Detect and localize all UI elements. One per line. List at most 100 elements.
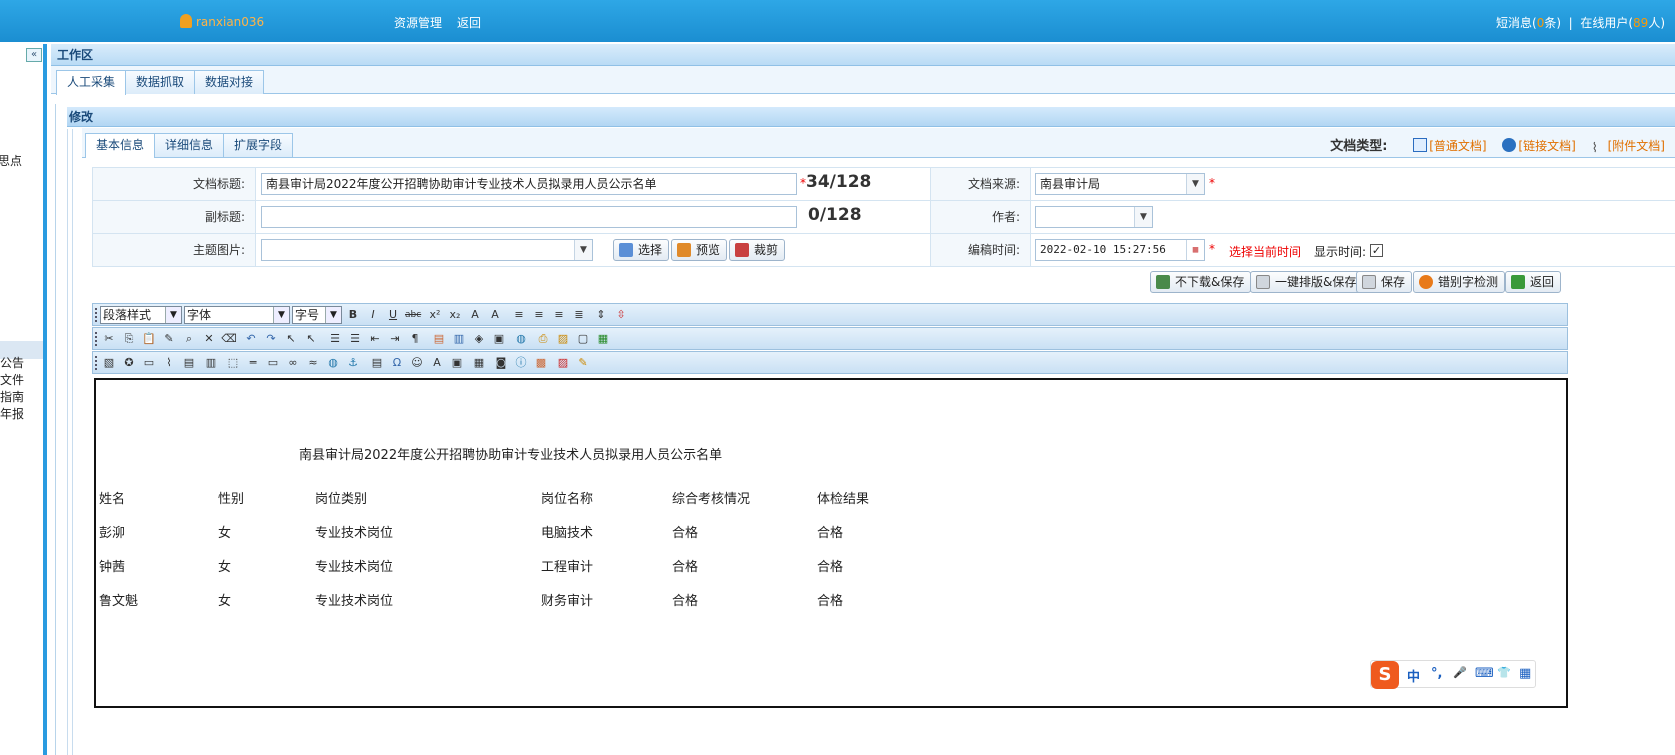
file-icon[interactable]: ▤ xyxy=(181,355,197,371)
horizontal-rule-icon[interactable]: ═ xyxy=(245,355,261,371)
delete-icon[interactable]: ✕ xyxy=(201,331,217,347)
nav-resource-management[interactable]: 资源管理 xyxy=(394,14,442,31)
info-icon[interactable]: ⓘ xyxy=(513,355,529,371)
crop-image-button[interactable]: 裁剪 xyxy=(729,239,786,261)
insert-image-icon[interactable]: ▩ xyxy=(533,355,549,371)
redo-icon[interactable]: ↷ xyxy=(263,331,279,347)
align-justify-icon[interactable]: ≣ xyxy=(571,307,587,323)
toolbox-icon[interactable]: ▦ xyxy=(1519,666,1531,681)
auto-format-save-button[interactable]: 一键排版&保存 xyxy=(1250,271,1364,293)
edit-pencil-icon[interactable]: ✎ xyxy=(575,355,591,371)
align-left-icon[interactable]: ≡ xyxy=(511,307,527,323)
flash-icon[interactable]: ✪ xyxy=(121,355,137,371)
page-break-icon[interactable]: ▥ xyxy=(203,355,219,371)
input-field-icon[interactable]: ▭ xyxy=(265,355,281,371)
ime-chinese-mode[interactable]: 中 xyxy=(1407,666,1420,685)
paragraph-style-select[interactable]: 段落样式 ▼ xyxy=(100,306,182,324)
video-icon[interactable]: ◙ xyxy=(493,355,509,371)
pdf-icon[interactable]: ▨ xyxy=(555,355,571,371)
short-messages-link[interactable]: 短消息(0条) xyxy=(1496,16,1561,30)
attachment-icon[interactable]: ⌇ xyxy=(161,355,177,371)
link-icon[interactable]: ∞ xyxy=(285,355,301,371)
subtitle-input[interactable] xyxy=(261,206,797,228)
show-time-checkbox[interactable]: ✓ xyxy=(1370,244,1383,257)
line-height-icon[interactable]: ⇕ xyxy=(593,307,609,323)
sidebar-item[interactable]: 公告 xyxy=(0,354,24,371)
copy-icon[interactable]: ⎘ xyxy=(121,331,137,347)
print-icon[interactable]: ⎙ xyxy=(535,331,551,347)
preview-window-icon[interactable]: ▢ xyxy=(575,331,591,347)
rich-text-editor[interactable]: 南县审计局2022年度公开招聘协助审计专业技术人员拟录用人员公示名单 姓名 性别… xyxy=(94,378,1568,708)
image-select[interactable]: ▼ xyxy=(261,239,593,261)
tab-basic-info[interactable]: 基本信息 xyxy=(85,133,156,158)
title-input[interactable]: 南县审计局2022年度公开招聘协助审计专业技术人员拟录用人员公示名单 xyxy=(261,173,797,195)
underline-icon[interactable]: U xyxy=(385,307,401,323)
tab-data-dock[interactable]: 数据对接 xyxy=(194,70,265,94)
font-grow-icon[interactable]: A xyxy=(467,307,483,323)
sidebar-item[interactable]: 文件 xyxy=(0,371,24,388)
sidebar-item[interactable]: 指南 xyxy=(0,388,24,405)
text-color-icon[interactable]: ▤ xyxy=(431,331,447,347)
select-image-button[interactable]: 选择 xyxy=(613,239,670,261)
grid-icon[interactable]: ▦ xyxy=(471,355,487,371)
bold-icon[interactable]: B xyxy=(345,307,361,323)
tab-manual-collect[interactable]: 人工采集 xyxy=(56,70,127,95)
save-no-download-button[interactable]: 不下载&保存 xyxy=(1150,271,1252,293)
background-color-icon[interactable]: ▥ xyxy=(451,331,467,347)
stamp-icon[interactable]: ▣ xyxy=(491,331,507,347)
font-shrink-icon[interactable]: A xyxy=(487,307,503,323)
media-icon[interactable]: ▭ xyxy=(141,355,157,371)
sogou-logo-icon[interactable]: S xyxy=(1371,661,1399,689)
font-size-select[interactable]: 字号 ▼ xyxy=(292,306,342,324)
undo-icon[interactable]: ↶ xyxy=(243,331,259,347)
special-char-icon[interactable]: Ω xyxy=(389,355,405,371)
sidebar-item[interactable]: 思点 xyxy=(0,152,22,169)
doctype-link-link[interactable]: [链接文档] xyxy=(1502,138,1576,153)
online-users-link[interactable]: 在线用户(89人) xyxy=(1580,16,1665,30)
author-select[interactable]: ▼ xyxy=(1035,206,1153,228)
typo-check-button[interactable]: 错别字检测 xyxy=(1413,271,1506,293)
current-user[interactable]: ranxian036 xyxy=(180,14,264,29)
sidebar-item[interactable]: 年报 xyxy=(0,405,24,422)
paste-word-icon[interactable]: ▨ xyxy=(555,331,571,347)
save-button[interactable]: 保存 xyxy=(1356,271,1413,293)
paste-icon[interactable]: 📋 xyxy=(141,331,157,347)
ime-punctuation[interactable]: °, xyxy=(1431,666,1442,681)
format-painter-icon[interactable]: ✎ xyxy=(161,331,177,347)
select-pointer-icon[interactable]: ↖ xyxy=(283,331,299,347)
doctype-normal-link[interactable]: [普通文档] xyxy=(1413,138,1487,153)
table-icon[interactable]: ▦ xyxy=(595,331,611,347)
subscript-icon[interactable]: x₂ xyxy=(447,307,463,323)
ime-toolbar[interactable]: S 中 °, 🎤 ⌨ 👕 ▦ xyxy=(1370,660,1536,689)
indent-icon[interactable]: ⇥ xyxy=(387,331,403,347)
ordered-list-icon[interactable]: ☰ xyxy=(327,331,343,347)
preview-image-button[interactable]: 预览 xyxy=(671,239,728,261)
collapse-sidebar-button[interactable]: « xyxy=(26,48,42,62)
microphone-icon[interactable]: 🎤 xyxy=(1453,666,1467,679)
code-icon[interactable]: ▣ xyxy=(449,355,465,371)
select-current-time-link[interactable]: 选择当前时间 xyxy=(1229,243,1301,260)
template-icon[interactable]: ▤ xyxy=(369,355,385,371)
tab-detail-info[interactable]: 详细信息 xyxy=(154,133,225,157)
superscript-icon[interactable]: x² xyxy=(427,307,443,323)
keyboard-icon[interactable]: ⌨ xyxy=(1475,666,1494,681)
time-input[interactable]: 2022-02-10 15:27:56 ▦ xyxy=(1035,239,1205,261)
tab-extend-fields[interactable]: 扩展字段 xyxy=(223,133,294,157)
align-center-icon[interactable]: ≡ xyxy=(531,307,547,323)
font-style-icon[interactable]: A xyxy=(429,355,445,371)
eraser-icon[interactable]: ⌫ xyxy=(221,331,237,347)
anchor-icon[interactable]: ⚓ xyxy=(345,355,361,371)
back-button[interactable]: 返回 xyxy=(1505,271,1562,293)
web-link-icon[interactable]: ◍ xyxy=(325,355,341,371)
doctype-attachment-link[interactable]: ⌇ [附件文档] xyxy=(1592,139,1665,156)
select-all-icon[interactable]: ↖ xyxy=(303,331,319,347)
unlink-icon[interactable]: ≈ xyxy=(305,355,321,371)
paragraph-icon[interactable]: ¶ xyxy=(407,331,423,347)
clear-format-icon[interactable]: ⇳ xyxy=(613,307,629,323)
strikethrough-icon[interactable]: abc xyxy=(405,307,421,323)
align-right-icon[interactable]: ≡ xyxy=(551,307,567,323)
cut-icon[interactable]: ✂ xyxy=(101,331,117,347)
italic-icon[interactable]: I xyxy=(365,307,381,323)
tab-data-crawl[interactable]: 数据抓取 xyxy=(125,70,196,94)
image-icon[interactable]: ▧ xyxy=(101,355,117,371)
